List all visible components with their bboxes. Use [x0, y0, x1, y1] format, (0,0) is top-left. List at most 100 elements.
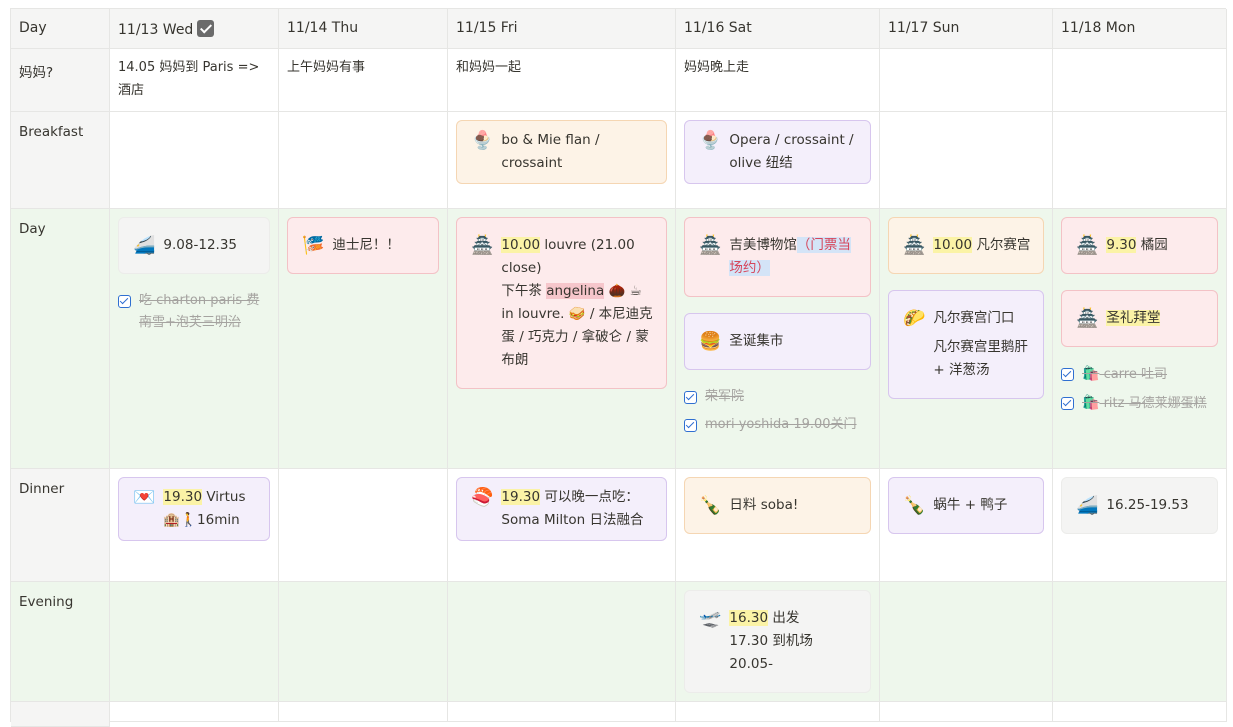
time-highlight: 16.30: [729, 610, 769, 626]
cell-breakfast-sun[interactable]: [880, 112, 1053, 209]
cell-next[interactable]: [676, 702, 880, 722]
cell-next[interactable]: [1053, 702, 1227, 722]
cell-dinner-sun[interactable]: 🍾 蜗牛 + 鸭子: [880, 469, 1053, 582]
todo-text: 吃 charton paris 费南雪+泡芙三明治: [139, 293, 260, 330]
cell-next[interactable]: [279, 702, 448, 722]
shopping-bags-icon: 🛍️: [1082, 395, 1100, 411]
champagne-icon: 🍾: [699, 495, 722, 516]
checkbox-checked[interactable]: [684, 391, 697, 404]
event-card[interactable]: 🏯 圣礼拜堂: [1061, 290, 1218, 347]
cell-next[interactable]: [880, 702, 1053, 722]
cell-mom-sun[interactable]: [880, 49, 1053, 112]
event-text-part: 17.30 到机场: [729, 633, 813, 649]
cell-dinner-sat[interactable]: 🍾 日料 soba!: [676, 469, 880, 582]
header-label: Day: [19, 20, 47, 36]
event-card[interactable]: 🏯 吉美博物馆（门票当场约）: [684, 217, 871, 297]
event-text: Opera / crossaint / olive 纽结: [729, 132, 854, 171]
todo-item[interactable]: 🛍️ carre 吐司: [1061, 363, 1218, 386]
event-card[interactable]: 🏯 9.30 橘园: [1061, 217, 1218, 274]
cell-breakfast-mon[interactable]: [1053, 112, 1227, 209]
event-card[interactable]: 🎏 迪士尼！！: [287, 217, 439, 274]
event-card[interactable]: 🛫 16.30 出发 17.30 到机场 20.05-: [684, 590, 871, 693]
event-card[interactable]: 🍾 蜗牛 + 鸭子: [888, 477, 1044, 534]
event-card[interactable]: 🍔 圣诞集市: [684, 313, 871, 370]
todo-item[interactable]: mori yoshida 19.00关门: [684, 414, 871, 436]
cell-dinner-fri[interactable]: 🍣 19.30 可以晚一点吃：Soma Milton 日法融合: [448, 469, 676, 582]
checkbox-icon: [197, 20, 215, 37]
event-card[interactable]: 🍾 日料 soba!: [684, 477, 871, 534]
event-text-part: 凡尔赛宫门口: [933, 310, 1015, 326]
header-label: 11/17 Sun: [888, 20, 960, 36]
cell-mom-fri[interactable]: 和妈妈一起: [448, 49, 676, 112]
event-text: 圣诞集市: [729, 333, 784, 349]
todo-item[interactable]: 吃 charton paris 费南雪+泡芙三明治: [118, 290, 270, 334]
cell-evening-wed[interactable]: [110, 582, 279, 702]
header-wed[interactable]: 11/13 Wed: [110, 9, 279, 49]
todo-item[interactable]: 荣军院: [684, 386, 871, 408]
event-text: 19.30 Virtus 🏨🚶16min: [163, 486, 257, 532]
castle-icon: 🏯: [471, 235, 494, 256]
cell-mom-wed[interactable]: 14.05 妈妈到 Paris => 酒店: [110, 49, 279, 112]
cell-dinner-wed[interactable]: 💌 19.30 Virtus 🏨🚶16min: [110, 469, 279, 582]
row-label-mom[interactable]: 妈妈?: [11, 49, 110, 112]
cell-mom-sat[interactable]: 妈妈晚上走: [676, 49, 880, 112]
checkbox-checked[interactable]: [1061, 397, 1074, 410]
checkbox-checked[interactable]: [684, 419, 697, 432]
event-text: 16.30 出发 17.30 到机场 20.05-: [729, 607, 858, 676]
event-text: 9.08-12.35: [163, 237, 237, 253]
todo-item[interactable]: 🛍️ ritz 马德莱娜蛋糕: [1061, 392, 1218, 415]
cell-evening-fri[interactable]: [448, 582, 676, 702]
row-label-day[interactable]: Day: [11, 209, 110, 469]
event-card[interactable]: 🍨 Opera / crossaint / olive 纽结: [684, 120, 871, 184]
cell-dinner-thu[interactable]: [279, 469, 448, 582]
cell-dinner-mon[interactable]: 🚄 16.25-19.53: [1053, 469, 1227, 582]
cell-day-sat[interactable]: 🏯 吉美博物馆（门票当场约） 🍔 圣诞集市 荣军院 mori yoshida 1…: [676, 209, 880, 469]
cell-next[interactable]: [110, 702, 279, 722]
cell-day-sun[interactable]: 🏯 10.00 凡尔赛宫 🌮 凡尔赛宫门口 凡尔赛宫里鹅肝 + 洋葱汤: [880, 209, 1053, 469]
cell-evening-mon[interactable]: [1053, 582, 1227, 702]
cell-evening-sat[interactable]: 🛫 16.30 出发 17.30 到机场 20.05-: [676, 582, 880, 702]
header-sat[interactable]: 11/16 Sat: [676, 9, 880, 49]
event-card[interactable]: 🏯 10.00 凡尔赛宫: [888, 217, 1044, 274]
header-thu[interactable]: 11/14 Thu: [279, 9, 448, 49]
cell-mom-mon[interactable]: [1053, 49, 1227, 112]
cell-evening-sun[interactable]: [880, 582, 1053, 702]
cell-day-wed[interactable]: 🚄 9.08-12.35 吃 charton paris 费南雪+泡芙三明治: [110, 209, 279, 469]
name-highlight: angelina: [546, 283, 605, 299]
event-card[interactable]: 🏯 10.00 louvre (21.00 close) 下午茶 angelina…: [456, 217, 667, 389]
ice-cream-icon: 🍨: [471, 130, 494, 151]
event-card[interactable]: 🍣 19.30 可以晚一点吃：Soma Milton 日法融合: [456, 477, 667, 541]
cell-day-mon[interactable]: 🏯 9.30 橘园 🏯 圣礼拜堂 🛍️ carre 吐司 🛍️ ritz 马德莱…: [1053, 209, 1227, 469]
cell-day-thu[interactable]: 🎏 迪士尼！！: [279, 209, 448, 469]
event-card[interactable]: 🌮 凡尔赛宫门口 凡尔赛宫里鹅肝 + 洋葱汤: [888, 290, 1044, 399]
cell-mom-thu[interactable]: 上午妈妈有事: [279, 49, 448, 112]
header-label: 11/14 Thu: [287, 20, 359, 36]
header-day[interactable]: Day: [11, 9, 110, 49]
row-label-text: Evening: [19, 594, 74, 610]
train-icon: 🚄: [1076, 495, 1099, 516]
cell-breakfast-fri[interactable]: 🍨 bo & Mie flan / crossaint: [448, 112, 676, 209]
header-fri[interactable]: 11/15 Fri: [448, 9, 676, 49]
cell-next[interactable]: [448, 702, 676, 722]
header-mon[interactable]: 11/18 Mon: [1053, 9, 1227, 49]
cell-breakfast-wed[interactable]: [110, 112, 279, 209]
event-card[interactable]: 🚄 9.08-12.35: [118, 217, 270, 274]
header-sun[interactable]: 11/17 Sun: [880, 9, 1053, 49]
shopping-bags-icon: 🛍️: [1082, 366, 1100, 382]
row-label-breakfast[interactable]: Breakfast: [11, 112, 110, 209]
checkbox-checked[interactable]: [118, 295, 131, 308]
event-text-part: 橘园: [1136, 237, 1168, 253]
cell-breakfast-sat[interactable]: 🍨 Opera / crossaint / olive 纽结: [676, 112, 880, 209]
cell-breakfast-thu[interactable]: [279, 112, 448, 209]
cell-day-fri[interactable]: 🏯 10.00 louvre (21.00 close) 下午茶 angelina…: [448, 209, 676, 469]
checkbox-checked[interactable]: [1061, 368, 1074, 381]
row-label-text: Dinner: [19, 481, 65, 497]
row-label-next[interactable]: [11, 702, 110, 727]
event-card[interactable]: 🚄 16.25-19.53: [1061, 477, 1218, 534]
row-label-dinner[interactable]: Dinner: [11, 469, 110, 582]
event-card[interactable]: 🍨 bo & Mie flan / crossaint: [456, 120, 667, 184]
event-card[interactable]: 💌 19.30 Virtus 🏨🚶16min: [118, 477, 270, 541]
row-label-text: Breakfast: [19, 124, 84, 140]
cell-evening-thu[interactable]: [279, 582, 448, 702]
row-label-evening[interactable]: Evening: [11, 582, 110, 702]
